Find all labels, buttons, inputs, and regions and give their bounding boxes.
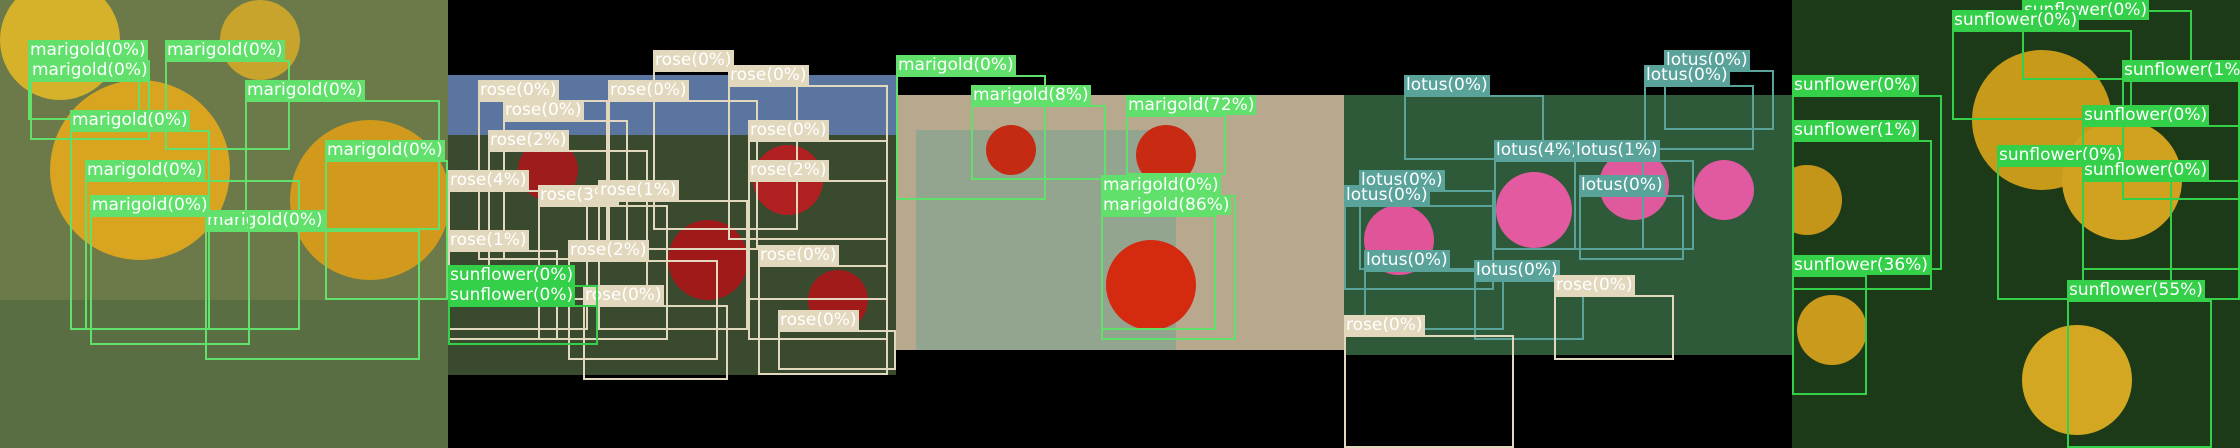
detection-label: rose(0%) [478, 80, 559, 100]
detection-strip: marigold(0%) marigold(0%) marigold(0%) mari… [0, 0, 2240, 448]
detection-label: rose(0%) [503, 100, 584, 120]
detection-label: rose(0%) [758, 245, 839, 265]
detection-box [583, 305, 728, 380]
detection-box [1554, 295, 1674, 360]
detection-label: lotus(0%) [1364, 250, 1450, 270]
detection-label: marigold(72%) [1126, 95, 1257, 115]
detection-label: marigold(0%) [28, 40, 148, 60]
detection-label: lotus(1%) [1574, 140, 1660, 160]
detection-label: marigold(8%) [971, 85, 1091, 105]
detection-label: marigold(0%) [1101, 175, 1221, 195]
panel-sunflower: sunflower(0%) sunflower(0%) sunflower(0%) s… [1792, 0, 2240, 448]
detection-label: sunflower(55%) [2067, 280, 2205, 300]
detection-box [2067, 300, 2212, 448]
detection-label: rose(1%) [448, 230, 529, 250]
detection-label: lotus(0%) [1474, 260, 1560, 280]
detection-box [1644, 85, 1754, 150]
detection-label: rose(0%) [653, 50, 734, 70]
boxes-3: lotus(0%) lotus(0%) lotus(0%) lotus(4%) lotu… [1344, 0, 1792, 448]
detection-label: marigold(0%) [325, 140, 445, 160]
detection-label: marigold(0%) [70, 110, 190, 130]
detection-label: marigold(86%) [1101, 195, 1232, 215]
detection-box [90, 215, 250, 345]
detection-box [971, 105, 1106, 180]
detection-label: rose(1%) [598, 180, 679, 200]
detection-label: rose(2%) [748, 160, 829, 180]
panel-marigold-2: marigold(0%) marigold(8%) marigold(72%) mar… [896, 0, 1344, 448]
detection-box [1792, 275, 1867, 395]
detection-label: sunflower(0%) [448, 265, 576, 285]
detection-label: rose(2%) [568, 240, 649, 260]
detection-box [1344, 335, 1514, 448]
detection-box [778, 330, 896, 370]
detection-box [1101, 215, 1216, 330]
detection-label: marigold(0%) [85, 160, 205, 180]
detection-label: rose(0%) [778, 310, 859, 330]
panel-marigold-1: marigold(0%) marigold(0%) marigold(0%) mari… [0, 0, 448, 448]
boxes-0: marigold(0%) marigold(0%) marigold(0%) mari… [0, 0, 448, 448]
detection-label: sunflower(36%) [1792, 255, 1930, 275]
detection-label: lotus(0%) [1344, 185, 1430, 205]
detection-label: marigold(0%) [245, 80, 365, 100]
boxes-2: marigold(0%) marigold(8%) marigold(72%) mar… [896, 0, 1344, 448]
detection-box [448, 305, 598, 345]
detection-label: lotus(0%) [1404, 75, 1490, 95]
detection-label: lotus(0%) [1644, 65, 1730, 85]
detection-label: sunflower(0%) [2082, 160, 2210, 180]
boxes-1: rose(0%) rose(0%) rose(2%) rose(4%) rose(3%)… [448, 0, 896, 448]
detection-label: rose(4%) [448, 170, 529, 190]
boxes-4: sunflower(0%) sunflower(0%) sunflower(0%) s… [1792, 0, 2240, 448]
detection-label: sunflower(0%) [448, 285, 576, 305]
detection-label: sunflower(0%) [1792, 75, 1920, 95]
detection-label: marigold(0%) [165, 40, 285, 60]
detection-label: marigold(0%) [896, 55, 1016, 75]
detection-label: lotus(4%) [1494, 140, 1580, 160]
detection-label: sunflower(1%) [1792, 120, 1920, 140]
detection-label: marigold(0%) [30, 60, 150, 80]
panel-lotus: lotus(0%) lotus(0%) lotus(0%) lotus(4%) lotu… [1344, 0, 1792, 448]
panel-rose: rose(0%) rose(0%) rose(2%) rose(4%) rose(3%)… [448, 0, 896, 448]
detection-label: rose(2%) [488, 130, 569, 150]
detection-label: sunflower(0%) [1952, 10, 2080, 30]
detection-label: marigold(0%) [90, 195, 210, 215]
detection-label: sunflower(0%) [2082, 105, 2210, 125]
detection-label: rose(0%) [1344, 315, 1425, 335]
detection-box [1579, 195, 1684, 260]
detection-label: rose(0%) [728, 65, 809, 85]
detection-box [1126, 115, 1226, 175]
detection-label: sunflower(1%) [2122, 60, 2240, 80]
detection-label: lotus(0%) [1579, 175, 1665, 195]
detection-label: rose(0%) [1554, 275, 1635, 295]
detection-label: rose(0%) [748, 120, 829, 140]
